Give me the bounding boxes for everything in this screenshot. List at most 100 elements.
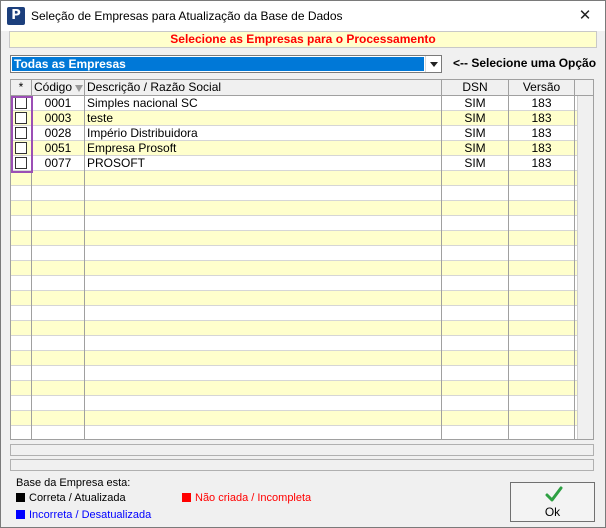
descricao-cell: [85, 351, 442, 366]
row-checkbox[interactable]: [15, 112, 27, 124]
column-header-descricao[interactable]: Descrição / Razão Social: [85, 80, 442, 96]
versao-cell: [509, 351, 575, 366]
table-row[interactable]: 0051 Empresa Prosoft SIM 183: [11, 141, 577, 156]
empty-row: [11, 261, 577, 276]
legend-item-correta: Correta / Atualizada: [16, 492, 126, 504]
descricao-cell: [85, 246, 442, 261]
versao-cell: 183: [509, 111, 575, 126]
company-filter-select[interactable]: Todas as Empresas: [10, 55, 442, 73]
codigo-cell: 0051: [32, 141, 85, 156]
codigo-cell: [32, 186, 85, 201]
dsn-cell: [442, 231, 509, 246]
dsn-cell: [442, 171, 509, 186]
dsn-cell: SIM: [442, 96, 509, 111]
table-row[interactable]: 0028 Império Distribuidora SIM 183: [11, 126, 577, 141]
row-checkbox[interactable]: [15, 157, 27, 169]
select-cell: [11, 351, 32, 366]
versao-cell: 183: [509, 141, 575, 156]
descricao-cell: [85, 186, 442, 201]
descricao-cell: Império Distribuidora: [85, 126, 442, 141]
column-header-label: Código: [34, 80, 73, 94]
descricao-cell: [85, 396, 442, 411]
legend-label: Correta / Atualizada: [29, 492, 126, 504]
grid-footer-bar: [10, 444, 594, 456]
close-button[interactable]: ✕: [565, 1, 605, 31]
select-cell: [11, 336, 32, 351]
codigo-cell: [32, 381, 85, 396]
status-bar: [10, 459, 594, 471]
descricao-cell: [85, 426, 442, 439]
empty-row: [11, 381, 577, 396]
dsn-cell: [442, 336, 509, 351]
descricao-cell: [85, 321, 442, 336]
select-cell: [11, 426, 32, 439]
empty-row: [11, 321, 577, 336]
ok-button[interactable]: Ok: [510, 482, 595, 522]
column-header-versao[interactable]: Versão: [509, 80, 575, 96]
table-row[interactable]: 0003 teste SIM 183: [11, 111, 577, 126]
descricao-cell: [85, 291, 442, 306]
codigo-cell: [32, 306, 85, 321]
chevron-down-icon[interactable]: [425, 56, 441, 72]
filter-hint: <-- Selecione uma Opção: [453, 56, 597, 70]
versao-cell: [509, 381, 575, 396]
select-cell: [11, 156, 32, 171]
select-cell: [11, 306, 32, 321]
check-icon: [545, 486, 563, 502]
row-checkbox[interactable]: [15, 127, 27, 139]
row-checkbox[interactable]: [15, 97, 27, 109]
codigo-cell: [32, 276, 85, 291]
legend-label: Incorreta / Desatualizada: [29, 509, 152, 521]
sort-desc-icon: [75, 85, 84, 92]
empty-row: [11, 351, 577, 366]
legend-swatch: [182, 493, 191, 502]
instruction-banner: Selecione as Empresas para o Processamen…: [9, 31, 597, 48]
select-cell: [11, 96, 32, 111]
column-header-codigo[interactable]: Código: [32, 80, 85, 96]
codigo-cell: [32, 336, 85, 351]
window-title: Seleção de Empresas para Atualização da …: [31, 9, 343, 23]
empty-row: [11, 291, 577, 306]
table-row[interactable]: 0001 Simples nacional SC SIM 183: [11, 96, 577, 111]
empty-row: [11, 276, 577, 291]
versao-cell: 183: [509, 126, 575, 141]
dsn-cell: SIM: [442, 126, 509, 141]
select-cell: [11, 291, 32, 306]
companies-grid[interactable]: * Código Descrição / Razão Social DSN Ve…: [10, 79, 594, 440]
codigo-cell: [32, 351, 85, 366]
dsn-cell: [442, 201, 509, 216]
descricao-cell: Empresa Prosoft: [85, 141, 442, 156]
descricao-cell: [85, 306, 442, 321]
codigo-cell: [32, 261, 85, 276]
vertical-scrollbar[interactable]: [577, 96, 593, 439]
codigo-cell: [32, 396, 85, 411]
legend-item-nao-criada: Não criada / Incompleta: [182, 492, 311, 504]
dsn-cell: SIM: [442, 141, 509, 156]
filter-selected-value: Todas as Empresas: [12, 57, 424, 71]
column-header-dsn[interactable]: DSN: [442, 80, 509, 96]
descricao-cell: [85, 411, 442, 426]
versao-cell: [509, 201, 575, 216]
empty-row: [11, 396, 577, 411]
versao-cell: [509, 321, 575, 336]
table-row[interactable]: 0077 PROSOFT SIM 183: [11, 156, 577, 171]
dsn-cell: [442, 366, 509, 381]
select-cell: [11, 111, 32, 126]
versao-cell: [509, 336, 575, 351]
select-cell: [11, 381, 32, 396]
dialog-window: P Seleção de Empresas para Atualização d…: [0, 0, 606, 528]
descricao-cell: PROSOFT: [85, 156, 442, 171]
versao-cell: [509, 306, 575, 321]
descricao-cell: [85, 336, 442, 351]
select-cell: [11, 321, 32, 336]
title-bar[interactable]: P Seleção de Empresas para Atualização d…: [1, 1, 605, 31]
versao-cell: [509, 186, 575, 201]
row-checkbox[interactable]: [15, 142, 27, 154]
descricao-cell: [85, 381, 442, 396]
versao-cell: [509, 246, 575, 261]
select-cell: [11, 186, 32, 201]
select-cell: [11, 141, 32, 156]
column-header-select[interactable]: *: [11, 80, 32, 96]
codigo-cell: 0028: [32, 126, 85, 141]
empty-row: [11, 171, 577, 186]
